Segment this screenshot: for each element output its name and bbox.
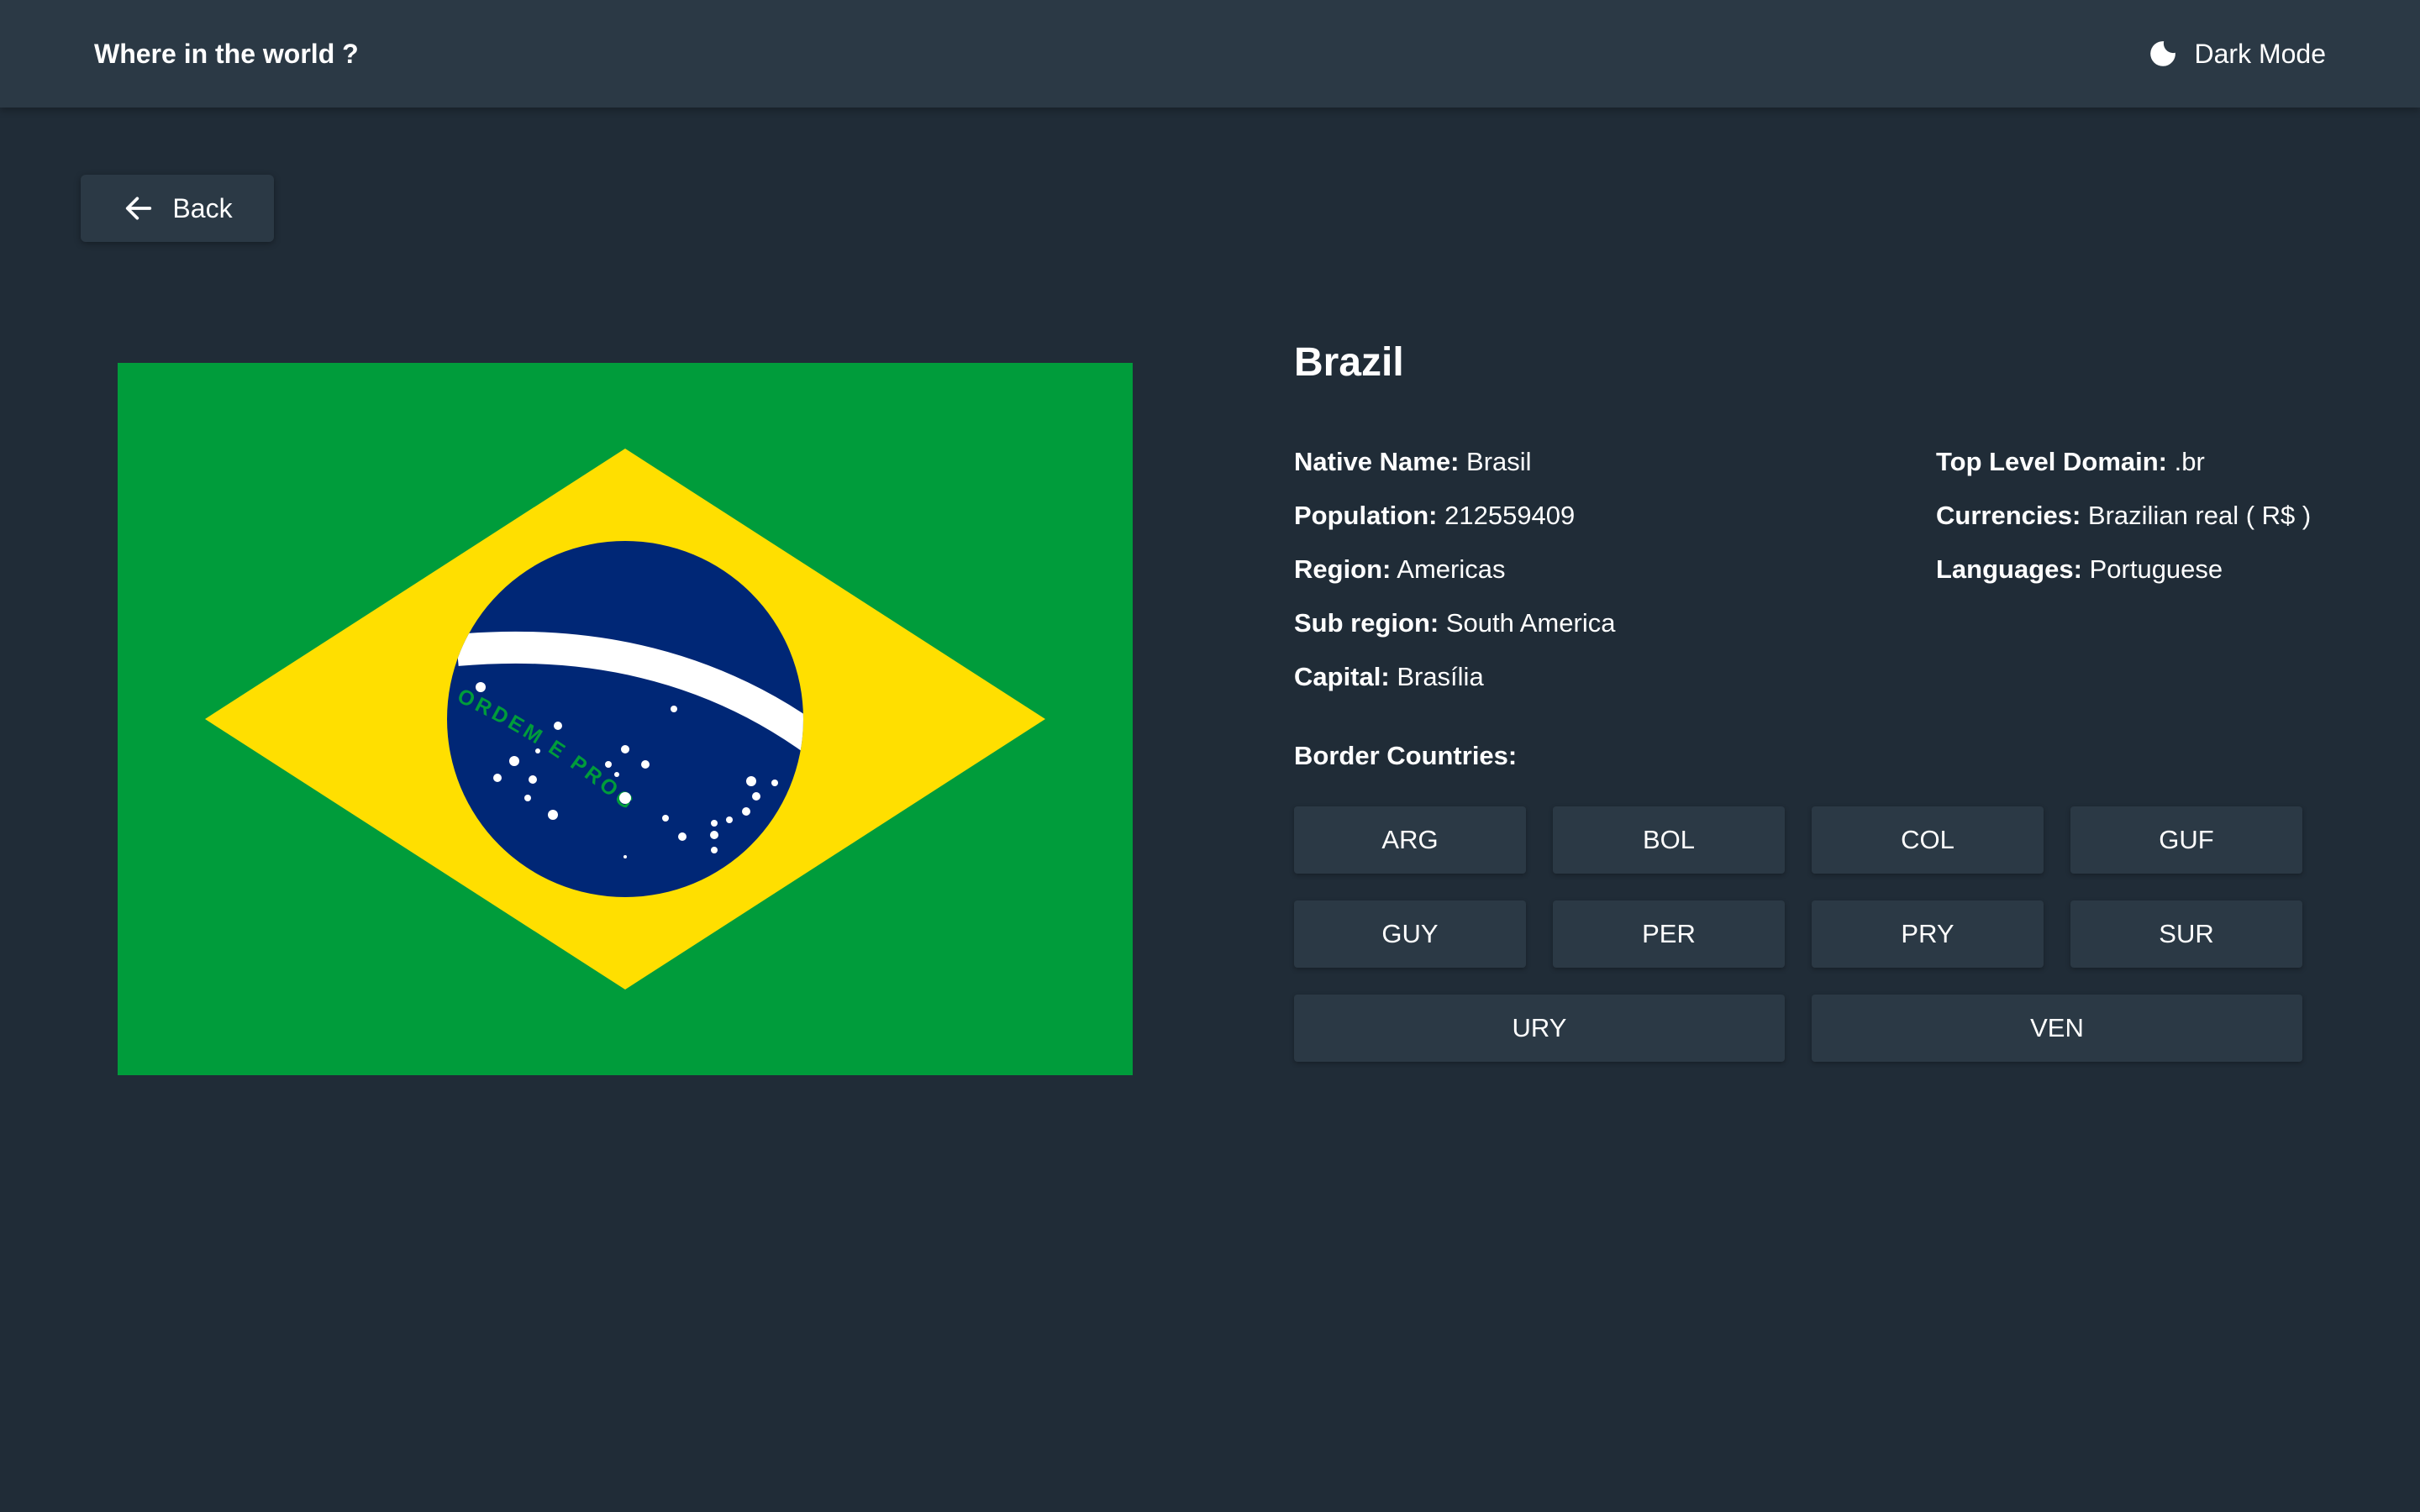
region-value: Americas	[1397, 554, 1506, 584]
capital-label: Capital:	[1294, 662, 1390, 691]
country-name: Brazil	[1294, 340, 1404, 385]
details-right-column: Top Level Domain: .br Currencies: Brazil…	[1936, 442, 2311, 603]
dark-mode-toggle[interactable]: Dark Mode	[2148, 32, 2327, 76]
currencies-value: Brazilian real ( R$ )	[2087, 501, 2312, 530]
border-country-button[interactable]: COL	[1812, 806, 2044, 874]
dark-mode-label: Dark Mode	[2194, 39, 2327, 69]
sub-region-label: Sub region:	[1294, 608, 1439, 638]
border-country-button[interactable]: GUF	[2070, 806, 2302, 874]
app-title: Where in the world ?	[94, 39, 359, 69]
back-label: Back	[172, 193, 233, 223]
border-country-button[interactable]: SUR	[2070, 900, 2302, 968]
currencies-label: Currencies:	[1936, 501, 2081, 530]
top-level-domain-label: Top Level Domain:	[1936, 447, 2168, 476]
languages-value: Portuguese	[2089, 554, 2223, 584]
border-country-button[interactable]: GUY	[1294, 900, 1526, 968]
native-name-value: Brasil	[1466, 447, 1532, 476]
arrow-left-icon	[126, 197, 152, 220]
region-row: Region: Americas	[1294, 549, 1615, 603]
border-countries-title: Border Countries:	[1294, 741, 1518, 770]
border-country-button[interactable]: VEN	[1812, 995, 2302, 1062]
details-left-column: Native Name: Brasil Population: 21255940…	[1294, 442, 1615, 711]
sub-region-row: Sub region: South America	[1294, 603, 1615, 657]
border-country-button[interactable]: PER	[1553, 900, 1785, 968]
top-level-domain-row: Top Level Domain: .br	[1936, 442, 2311, 496]
native-name-label: Native Name:	[1294, 447, 1460, 476]
border-country-button[interactable]: PRY	[1812, 900, 2044, 968]
border-country-button[interactable]: ARG	[1294, 806, 1526, 874]
moon-icon	[2149, 41, 2175, 66]
capital-row: Capital: Brasília	[1294, 657, 1615, 711]
population-row: Population: 212559409	[1294, 496, 1615, 549]
languages-row: Languages: Portuguese	[1936, 549, 2311, 603]
back-button[interactable]: Back	[81, 175, 274, 242]
capital-value: Brasília	[1397, 662, 1484, 691]
top-header: Where in the world ? Dark Mode	[0, 0, 2420, 108]
native-name-row: Native Name: Brasil	[1294, 442, 1615, 496]
country-flag: ORDEM E PROGRESSO	[118, 363, 1133, 1075]
border-country-button[interactable]: BOL	[1553, 806, 1785, 874]
region-label: Region:	[1294, 554, 1392, 584]
border-country-button[interactable]: URY	[1294, 995, 1785, 1062]
population-value: 212559409	[1444, 501, 1576, 530]
currencies-row: Currencies: Brazilian real ( R$ )	[1936, 496, 2311, 549]
sub-region-value: South America	[1445, 608, 1616, 638]
top-level-domain-value: .br	[2174, 447, 2205, 476]
population-label: Population:	[1294, 501, 1438, 530]
languages-label: Languages:	[1936, 554, 2082, 584]
